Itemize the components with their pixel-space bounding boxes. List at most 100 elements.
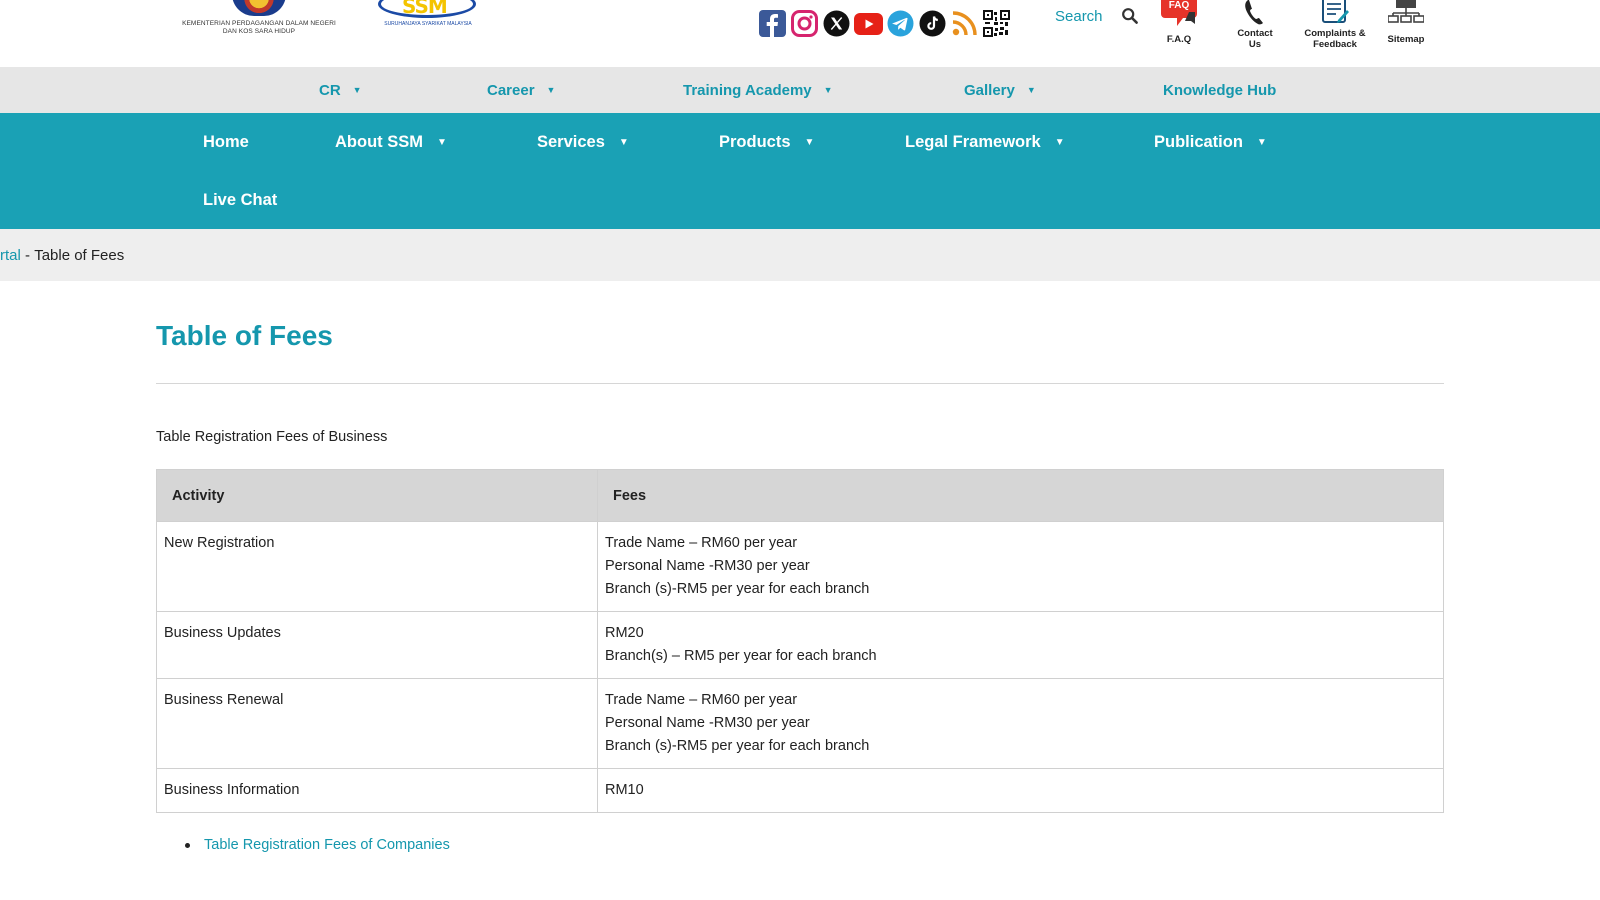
ministry-logo[interactable]: KEMENTERIAN PERDAGANGAN DALAM NEGERI DAN…	[176, 0, 342, 40]
complaints-label-line2: Feedback	[1313, 39, 1357, 50]
caret-down-icon: ▼	[804, 136, 815, 148]
subnav-label: Gallery	[964, 81, 1015, 99]
subnav-label: Knowledge Hub	[1163, 81, 1277, 99]
subnav-item-career[interactable]: Career ▼	[487, 67, 555, 113]
ministry-crest-icon	[232, 0, 286, 16]
search-icon[interactable]	[1121, 7, 1139, 25]
breadcrumb-separator: -	[20, 246, 35, 264]
qr-code-icon[interactable]	[982, 9, 1011, 38]
nav-item-publication[interactable]: Publication ▼	[1154, 125, 1267, 159]
sitemap-label: Sitemap	[1387, 34, 1425, 45]
nav-label: Services	[537, 132, 605, 151]
subnav-label: Training Academy	[683, 81, 812, 99]
main-nav: Home About SSM ▼ Services ▼ Products ▼ L…	[0, 113, 1600, 229]
tiktok-icon[interactable]	[918, 9, 947, 38]
caret-down-icon: ▼	[1256, 136, 1267, 148]
nav-label: Legal Framework	[905, 132, 1041, 151]
contact-us-link[interactable]: Contact Us	[1215, 0, 1295, 50]
phone-icon	[1245, 0, 1263, 25]
caret-down-icon: ▼	[1026, 85, 1036, 95]
column-header-fees: Fees	[597, 469, 1444, 522]
facebook-icon[interactable]	[758, 9, 787, 38]
ssm-logo-text: SSM	[402, 0, 448, 18]
nav-item-about-ssm[interactable]: About SSM ▼	[335, 125, 447, 159]
nav-label: Live Chat	[203, 190, 278, 209]
companies-fees-link[interactable]: Table Registration Fees of Companies	[204, 837, 450, 853]
instagram-icon[interactable]	[790, 9, 819, 38]
caret-down-icon: ▼	[352, 85, 362, 95]
nav-item-products[interactable]: Products ▼	[719, 125, 814, 159]
nav-item-live-chat[interactable]: Live Chat	[203, 183, 277, 217]
secondary-nav: CR ▼ Career ▼ Training Academy ▼ Gallery…	[0, 67, 1600, 113]
title-divider	[156, 383, 1444, 384]
table-header-row: Activity Fees	[156, 469, 1444, 522]
fee-line: Branch(s) – RM5 per year for each branch	[605, 648, 877, 664]
fee-line: Personal Name -RM30 per year	[605, 715, 810, 731]
subnav-item-cr[interactable]: CR ▼	[319, 67, 362, 113]
ministry-text-line2: DAN KOS SARA HIDUP	[222, 28, 296, 35]
breadcrumb-current: Table of Fees	[34, 246, 125, 264]
fee-line: Personal Name -RM30 per year	[605, 558, 810, 574]
fee-line: RM20	[605, 625, 644, 641]
activity-cell: Business Renewal	[156, 678, 598, 769]
fees-cell: RM20 Branch(s) – RM5 per year for each b…	[597, 611, 1444, 679]
fee-line: Branch (s)-RM5 per year for each branch	[605, 738, 870, 754]
nav-item-home[interactable]: Home	[203, 125, 249, 159]
ssm-caption: SURUHANJAYA SYARIKAT MALAYSIA	[384, 21, 472, 27]
top-header: KEMENTERIAN PERDAGANGAN DALAM NEGERI DAN…	[0, 0, 1600, 67]
faq-badge-text: FAQ	[1169, 0, 1190, 11]
column-header-activity: Activity	[156, 469, 598, 522]
fee-line: RM10	[605, 782, 644, 798]
related-links-list: Table Registration Fees of Companies	[185, 837, 450, 853]
nav-label: About SSM	[335, 132, 423, 151]
table-row: Business Renewal Trade Name – RM60 per y…	[156, 678, 1444, 769]
caret-down-icon: ▼	[618, 136, 629, 148]
feedback-form-icon	[1322, 0, 1349, 23]
sitemap-icon	[1388, 0, 1424, 23]
subnav-item-training-academy[interactable]: Training Academy ▼	[683, 67, 833, 113]
complaints-label-line1: Complaints &	[1304, 28, 1366, 39]
search-link[interactable]: Search	[1055, 8, 1103, 25]
faq-bubble-icon: FAQ	[1161, 0, 1197, 26]
ssm-logo[interactable]: SSM SURUHANJAYA SYARIKAT MALAYSIA	[378, 0, 478, 34]
fees-cell: Trade Name – RM60 per year Personal Name…	[597, 521, 1444, 612]
caret-down-icon: ▼	[437, 136, 447, 148]
rss-icon[interactable]	[950, 9, 979, 38]
faq-link[interactable]: FAQ F.A.Q	[1139, 0, 1219, 45]
contact-label-line2: Us	[1248, 39, 1262, 50]
subnav-item-gallery[interactable]: Gallery ▼	[964, 67, 1036, 113]
social-links	[758, 9, 1011, 39]
fees-table: Activity Fees New Registration Trade Nam…	[156, 469, 1444, 813]
x-icon[interactable]	[822, 9, 851, 38]
fee-line: Trade Name – RM60 per year	[605, 692, 798, 708]
ministry-text-line1: KEMENTERIAN PERDAGANGAN DALAM NEGERI	[182, 20, 336, 27]
activity-cell: New Registration	[156, 521, 598, 612]
youtube-icon[interactable]	[854, 9, 883, 38]
fee-line: Branch (s)-RM5 per year for each branch	[605, 581, 870, 597]
table-row: Business Updates RM20 Branch(s) – RM5 pe…	[156, 611, 1444, 679]
nav-label: Products	[719, 132, 791, 151]
caret-down-icon: ▼	[1054, 136, 1065, 148]
table-row: Business Information RM10	[156, 768, 1444, 813]
table-row: New Registration Trade Name – RM60 per y…	[156, 521, 1444, 612]
subnav-label: CR	[319, 81, 341, 99]
nav-item-legal-framework[interactable]: Legal Framework ▼	[905, 125, 1065, 159]
nav-item-services[interactable]: Services ▼	[537, 125, 629, 159]
breadcrumb: rtal - Table of Fees	[0, 229, 1600, 281]
subnav-item-knowledge-hub[interactable]: Knowledge Hub	[1163, 67, 1276, 113]
page-title: Table of Fees	[156, 320, 333, 351]
bullet-icon	[185, 842, 190, 848]
fees-cell: Trade Name – RM60 per year Personal Name…	[597, 678, 1444, 769]
caret-down-icon: ▼	[823, 85, 833, 95]
subnav-label: Career	[487, 81, 535, 99]
nav-label: Home	[203, 132, 249, 151]
activity-cell: Business Information	[156, 768, 598, 813]
breadcrumb-parent-link[interactable]: rtal	[0, 247, 21, 264]
contact-label-line1: Contact	[1237, 28, 1273, 39]
nav-label: Publication	[1154, 132, 1243, 151]
table-caption: Table Registration Fees of Business	[156, 429, 388, 445]
fees-cell: RM10	[597, 768, 1444, 813]
telegram-icon[interactable]	[886, 9, 915, 38]
sitemap-link[interactable]: Sitemap	[1366, 0, 1446, 45]
fee-line: Trade Name – RM60 per year	[605, 535, 798, 551]
